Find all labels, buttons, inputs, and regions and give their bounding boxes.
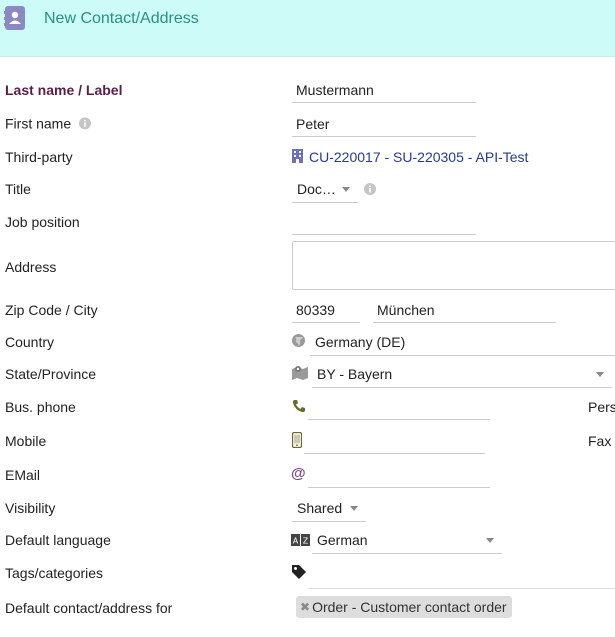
mobile-label: Mobile: [5, 433, 47, 449]
tag-icon: [291, 564, 307, 583]
translate-icon: AZ: [291, 533, 310, 549]
title-label: Title: [5, 181, 31, 197]
country-select-value: Germany (DE): [315, 333, 406, 350]
email-label: EMail: [5, 467, 41, 483]
country-label: Country: [5, 334, 55, 350]
address-label: Address: [5, 259, 57, 275]
default-language-select-value: German: [317, 531, 368, 548]
bus-phone-input[interactable]: [308, 394, 490, 420]
map-icon: [292, 365, 308, 383]
close-icon[interactable]: ✖: [300, 600, 310, 614]
fax-label: Fax: [588, 433, 612, 449]
default-language-label: Default language: [5, 532, 111, 548]
default-for-tag-label: Order - Customer contact order: [312, 599, 507, 615]
row-tags: Tags/categories: [0, 558, 615, 588]
chevron-down-icon: [350, 506, 358, 511]
personal-phone-label: Pers: [588, 399, 615, 415]
third-party-label: Third-party: [5, 149, 73, 165]
page-header: New Contact/Address: [0, 0, 615, 57]
job-position-label: Job position: [5, 214, 80, 230]
third-party-link[interactable]: CU-220017 - SU-220305 - API-Test: [309, 149, 528, 165]
svg-text:A: A: [293, 537, 299, 546]
chevron-down-icon: [486, 538, 494, 543]
visibility-select-value: Shared: [297, 499, 343, 516]
last-name-input[interactable]: [292, 77, 476, 103]
city-input[interactable]: [373, 297, 556, 323]
default-for-tag[interactable]: ✖ Order - Customer contact order: [296, 596, 512, 618]
title-info-icon: [364, 182, 376, 198]
chevron-down-icon: [342, 187, 350, 192]
first-name-label: First name: [5, 115, 92, 133]
first-name-input[interactable]: [292, 111, 476, 137]
tags-input[interactable]: [308, 588, 615, 589]
mobile-input[interactable]: [304, 428, 485, 454]
zip-city-label: Zip Code / City: [5, 302, 98, 318]
country-select[interactable]: Germany (DE): [310, 328, 615, 356]
contact-card-icon: [4, 5, 26, 34]
last-name-label: Last name / Label: [5, 82, 123, 98]
title-select[interactable]: Doc…: [292, 175, 358, 203]
bus-phone-label: Bus. phone: [5, 399, 76, 415]
default-language-select[interactable]: German: [312, 526, 502, 554]
zip-code-input[interactable]: [292, 297, 360, 323]
info-icon: [79, 117, 92, 133]
page-title: New Contact/Address: [44, 10, 199, 27]
state-select[interactable]: BY - Bayern: [312, 360, 612, 388]
phone-icon: [292, 399, 306, 416]
at-icon: @: [291, 465, 306, 482]
address-textarea[interactable]: [292, 241, 615, 290]
title-select-value: Doc…: [297, 180, 336, 197]
email-input[interactable]: [308, 462, 490, 488]
mobile-icon: [291, 431, 303, 451]
state-label: State/Province: [5, 366, 97, 382]
default-for-label: Default contact/address for: [5, 600, 173, 616]
first-name-label-text: First name: [5, 115, 72, 132]
globe-icon: [292, 334, 305, 350]
svg-text:Z: Z: [303, 537, 309, 546]
building-icon: [292, 149, 303, 166]
visibility-select[interactable]: Shared: [292, 494, 366, 522]
chevron-down-icon: [596, 372, 604, 377]
tags-label: Tags/categories: [5, 565, 104, 581]
job-position-input[interactable]: [292, 209, 476, 235]
state-select-value: BY - Bayern: [317, 365, 393, 382]
visibility-label: Visibility: [5, 500, 56, 516]
